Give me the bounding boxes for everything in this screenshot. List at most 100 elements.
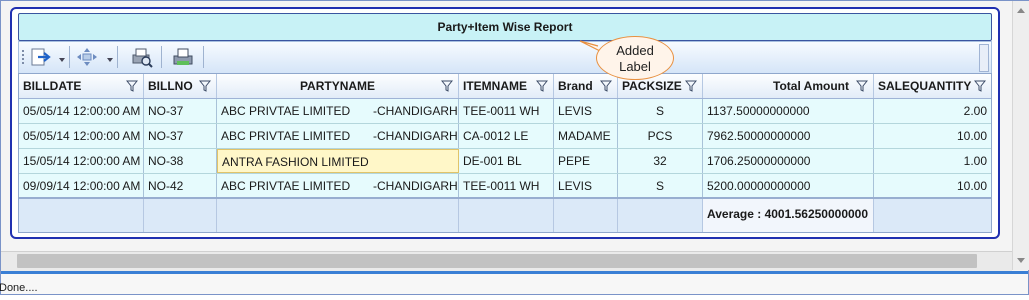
cell-itemname[interactable]: DE-001 BL [459, 149, 554, 173]
table-row[interactable]: 09/09/14 12:00:00 AM NO-42 ABC PRIVTAE L… [19, 174, 991, 199]
column-header-total-amount[interactable]: Total Amount [703, 74, 874, 98]
cell-billdate[interactable]: 15/05/14 12:00:00 AM [19, 149, 144, 173]
filter-icon[interactable] [126, 80, 138, 92]
callout-line-2: Label [619, 59, 651, 74]
scroll-up-icon[interactable] [1016, 6, 1026, 16]
print-preview-icon [132, 48, 153, 68]
party-name-text: ABC PRIVTAE LIMITED [221, 179, 351, 193]
callout-line-1: Added [616, 43, 654, 58]
column-header-label: Total Amount [773, 79, 849, 93]
grid-summary-row: Average : 4001.56250000000 [19, 197, 991, 232]
column-header-billdate[interactable]: BILLDATE [19, 74, 144, 98]
filter-icon[interactable] [441, 80, 453, 92]
grid-toolbar [18, 41, 992, 74]
cell-brand[interactable]: MADAME [554, 124, 618, 148]
summary-cell [144, 199, 217, 232]
vertical-scrollbar[interactable] [1012, 1, 1029, 270]
filter-icon[interactable] [600, 80, 612, 92]
party-location-text: -CHANDIGARH [373, 179, 458, 193]
toolbar-resize-handle[interactable] [979, 44, 989, 72]
move-button[interactable] [75, 46, 113, 68]
summary-average: Average : 4001.56250000000 [703, 199, 874, 232]
party-name-text: ABC PRIVTAE LIMITED [221, 129, 351, 143]
cell-total-amount[interactable]: 1706.25000000000 [703, 149, 874, 173]
column-header-label: Brand [558, 79, 593, 93]
filter-icon[interactable] [685, 80, 697, 92]
cell-billdate[interactable]: 05/05/14 12:00:00 AM [19, 124, 144, 148]
cell-billno[interactable]: NO-38 [144, 149, 217, 173]
filter-icon[interactable] [856, 80, 868, 92]
table-row[interactable]: 15/05/14 12:00:00 AM NO-38 ANTRA FASHION… [19, 149, 991, 174]
party-location-text: -CHANDIGARH [373, 129, 458, 143]
cell-partyname[interactable]: ABC PRIVTAE LIMITED -CHANDIGARH [217, 99, 459, 123]
chevron-down-icon[interactable] [107, 58, 113, 62]
table-row[interactable]: 05/05/14 12:00:00 AM NO-37 ABC PRIVTAE L… [19, 99, 991, 124]
status-bar: Done.... [0, 274, 1028, 294]
cell-partyname[interactable]: ABC PRIVTAE LIMITED -CHANDIGARH [217, 174, 459, 198]
cell-brand[interactable]: LEVIS [554, 99, 618, 123]
column-header-brand[interactable]: Brand [554, 74, 618, 98]
cell-billno[interactable]: NO-37 [144, 99, 217, 123]
cell-itemname[interactable]: TEE-0011 WH [459, 99, 554, 123]
cell-itemname[interactable]: TEE-0011 WH [459, 174, 554, 198]
cell-packsize[interactable]: 32 [618, 149, 703, 173]
report-grid: BILLDATE BILLNO PARTYNAME ITEMNAME Brand [18, 73, 992, 233]
cell-salequantity[interactable]: 10.00 [874, 124, 991, 148]
chevron-down-icon[interactable] [59, 58, 65, 62]
cell-billdate[interactable]: 09/09/14 12:00:00 AM [19, 174, 144, 198]
cell-brand[interactable]: PEPE [554, 149, 618, 173]
cell-packsize[interactable]: S [618, 99, 703, 123]
summary-cell [618, 199, 703, 232]
cell-partyname-selected[interactable]: ANTRA FASHION LIMITED [217, 149, 459, 173]
cell-billno[interactable]: NO-37 [144, 124, 217, 148]
column-header-label: PACKSIZE [622, 79, 682, 93]
cell-partyname[interactable]: ABC PRIVTAE LIMITED -CHANDIGARH [217, 124, 459, 148]
cell-salequantity[interactable]: 10.00 [874, 174, 991, 198]
filter-icon[interactable] [536, 80, 548, 92]
print-button[interactable] [171, 46, 197, 68]
export-icon [31, 48, 51, 66]
table-row[interactable]: 05/05/14 12:00:00 AM NO-37 ABC PRIVTAE L… [19, 124, 991, 149]
column-header-label: BILLNO [148, 79, 193, 93]
horizontal-scrollbar[interactable] [1, 251, 1012, 271]
report-title: Party+Item Wise Report [18, 13, 992, 41]
move-icon [77, 48, 97, 66]
grid-header-row: BILLDATE BILLNO PARTYNAME ITEMNAME Brand [19, 74, 991, 99]
summary-cell [19, 199, 144, 232]
cell-total-amount[interactable]: 1137.50000000000 [703, 99, 874, 123]
cell-billno[interactable]: NO-42 [144, 174, 217, 198]
cell-packsize[interactable]: S [618, 174, 703, 198]
party-name-text: ANTRA FASHION LIMITED [222, 155, 369, 169]
cell-total-amount[interactable]: 5200.00000000000 [703, 174, 874, 198]
column-header-billno[interactable]: BILLNO [144, 74, 217, 98]
cell-salequantity[interactable]: 1.00 [874, 149, 991, 173]
print-icon [173, 48, 193, 65]
cell-packsize[interactable]: PCS [618, 124, 703, 148]
scroll-down-icon[interactable] [1016, 255, 1026, 265]
toolbar-separator [203, 46, 204, 68]
toolbar-separator [117, 46, 118, 68]
column-header-salequantity[interactable]: SALEQUANTITY [874, 74, 991, 98]
toolbar-separator [69, 46, 70, 68]
horizontal-scroll-thumb[interactable] [17, 254, 977, 268]
cell-brand[interactable]: LEVIS [554, 174, 618, 198]
column-header-itemname[interactable]: ITEMNAME [459, 74, 554, 98]
summary-cell [554, 199, 618, 232]
cell-total-amount[interactable]: 7962.50000000000 [703, 124, 874, 148]
report-panel: Party+Item Wise Report BILLDATE BILLNO P… [10, 7, 1000, 239]
filter-icon[interactable] [199, 80, 211, 92]
filter-icon[interactable] [974, 80, 986, 92]
column-header-label: ITEMNAME [463, 79, 527, 93]
party-name-text: ABC PRIVTAE LIMITED [221, 104, 351, 118]
cell-billdate[interactable]: 05/05/14 12:00:00 AM [19, 99, 144, 123]
cell-itemname[interactable]: CA-0012 LE [459, 124, 554, 148]
export-button[interactable] [29, 46, 65, 68]
print-preview-button[interactable] [129, 46, 155, 68]
column-header-partyname[interactable]: PARTYNAME [217, 74, 459, 98]
party-location-text: -CHANDIGARH [373, 104, 458, 118]
toolbar-grip[interactable] [22, 50, 24, 64]
column-header-label: PARTYNAME [299, 79, 376, 93]
column-header-label: SALEQUANTITY [878, 79, 972, 93]
added-label-callout: Added Label [596, 36, 674, 80]
cell-salequantity[interactable]: 2.00 [874, 99, 991, 123]
